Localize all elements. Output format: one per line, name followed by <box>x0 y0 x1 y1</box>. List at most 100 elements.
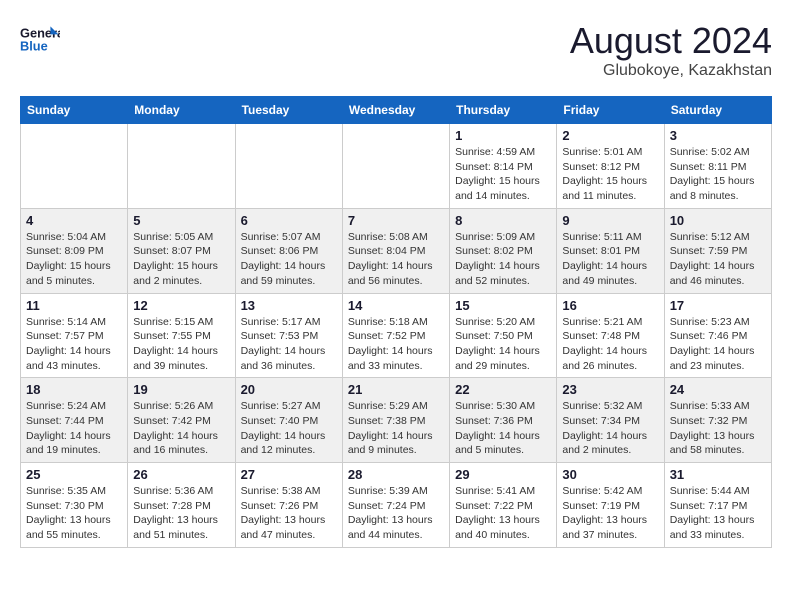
week-row-5: 25 Sunrise: 5:35 AMSunset: 7:30 PMDayligh… <box>21 463 772 548</box>
day-number: 5 <box>133 213 229 228</box>
table-cell: 9 Sunrise: 5:11 AMSunset: 8:01 PMDaylight… <box>557 208 664 293</box>
day-number: 17 <box>670 298 766 313</box>
day-number: 15 <box>455 298 551 313</box>
page-header: General Blue August 2024 Glubokoye, Kaza… <box>20 20 772 80</box>
day-info: Sunrise: 5:02 AMSunset: 8:11 PMDaylight:… <box>670 145 766 204</box>
table-cell: 16 Sunrise: 5:21 AMSunset: 7:48 PMDayligh… <box>557 293 664 378</box>
table-cell: 1 Sunrise: 4:59 AMSunset: 8:14 PMDaylight… <box>450 124 557 209</box>
day-number: 12 <box>133 298 229 313</box>
table-cell: 10Sunrise: 5:12 AMSunset: 7:59 PMDayligh… <box>664 208 771 293</box>
table-cell: 19 Sunrise: 5:26 AMSunset: 7:42 PMDayligh… <box>128 378 235 463</box>
day-info: Sunrise: 5:27 AMSunset: 7:40 PMDaylight:… <box>241 399 337 458</box>
header-saturday: Saturday <box>664 97 771 124</box>
table-cell: 8 Sunrise: 5:09 AMSunset: 8:02 PMDaylight… <box>450 208 557 293</box>
location: Glubokoye, Kazakhstan <box>570 62 772 80</box>
day-info: Sunrise: 4:59 AMSunset: 8:14 PMDaylight:… <box>455 145 551 204</box>
day-number: 31 <box>670 467 766 482</box>
day-info: Sunrise: 5:24 AMSunset: 7:44 PMDaylight:… <box>26 399 122 458</box>
day-info: Sunrise: 5:35 AMSunset: 7:30 PMDaylight:… <box>26 484 122 543</box>
day-number: 26 <box>133 467 229 482</box>
day-number: 20 <box>241 382 337 397</box>
day-number: 29 <box>455 467 551 482</box>
day-info: Sunrise: 5:07 AMSunset: 8:06 PMDaylight:… <box>241 230 337 289</box>
table-cell: 28Sunrise: 5:39 AMSunset: 7:24 PMDayligh… <box>342 463 449 548</box>
logo: General Blue <box>20 20 60 60</box>
table-cell: 18 Sunrise: 5:24 AMSunset: 7:44 PMDayligh… <box>21 378 128 463</box>
day-info: Sunrise: 5:01 AMSunset: 8:12 PMDaylight:… <box>562 145 658 204</box>
table-cell: 15 Sunrise: 5:20 AMSunset: 7:50 PMDayligh… <box>450 293 557 378</box>
day-number: 25 <box>26 467 122 482</box>
day-number: 4 <box>26 213 122 228</box>
week-row-2: 4 Sunrise: 5:04 AMSunset: 8:09 PMDaylight… <box>21 208 772 293</box>
day-info: Sunrise: 5:29 AMSunset: 7:38 PMDaylight:… <box>348 399 444 458</box>
day-info: Sunrise: 5:32 AMSunset: 7:34 PMDaylight:… <box>562 399 658 458</box>
day-info: Sunrise: 5:17 AMSunset: 7:53 PMDaylight:… <box>241 315 337 374</box>
day-info: Sunrise: 5:08 AMSunset: 8:04 PMDaylight:… <box>348 230 444 289</box>
day-info: Sunrise: 5:11 AMSunset: 8:01 PMDaylight:… <box>562 230 658 289</box>
table-cell: 23 Sunrise: 5:32 AMSunset: 7:34 PMDayligh… <box>557 378 664 463</box>
day-number: 8 <box>455 213 551 228</box>
header-wednesday: Wednesday <box>342 97 449 124</box>
table-cell: 2 Sunrise: 5:01 AMSunset: 8:12 PMDaylight… <box>557 124 664 209</box>
day-number: 27 <box>241 467 337 482</box>
day-number: 24 <box>670 382 766 397</box>
day-number: 22 <box>455 382 551 397</box>
table-cell <box>235 124 342 209</box>
table-cell: 30 Sunrise: 5:42 AMSunset: 7:19 PMDayligh… <box>557 463 664 548</box>
day-number: 1 <box>455 128 551 143</box>
day-number: 18 <box>26 382 122 397</box>
day-number: 30 <box>562 467 658 482</box>
header-monday: Monday <box>128 97 235 124</box>
day-info: Sunrise: 5:30 AMSunset: 7:36 PMDaylight:… <box>455 399 551 458</box>
day-number: 21 <box>348 382 444 397</box>
table-cell <box>128 124 235 209</box>
day-info: Sunrise: 5:33 AMSunset: 7:32 PMDaylight:… <box>670 399 766 458</box>
table-cell <box>342 124 449 209</box>
table-cell: 22 Sunrise: 5:30 AMSunset: 7:36 PMDayligh… <box>450 378 557 463</box>
day-info: Sunrise: 5:42 AMSunset: 7:19 PMDaylight:… <box>562 484 658 543</box>
table-cell: 11Sunrise: 5:14 AMSunset: 7:57 PMDayligh… <box>21 293 128 378</box>
table-cell: 17 Sunrise: 5:23 AMSunset: 7:46 PMDayligh… <box>664 293 771 378</box>
header-friday: Friday <box>557 97 664 124</box>
week-row-1: 1 Sunrise: 4:59 AMSunset: 8:14 PMDaylight… <box>21 124 772 209</box>
day-info: Sunrise: 5:21 AMSunset: 7:48 PMDaylight:… <box>562 315 658 374</box>
title-block: August 2024 Glubokoye, Kazakhstan <box>570 20 772 80</box>
day-number: 19 <box>133 382 229 397</box>
day-info: Sunrise: 5:15 AMSunset: 7:55 PMDaylight:… <box>133 315 229 374</box>
day-info: Sunrise: 5:41 AMSunset: 7:22 PMDaylight:… <box>455 484 551 543</box>
month-year: August 2024 <box>570 20 772 62</box>
day-number: 9 <box>562 213 658 228</box>
day-number: 2 <box>562 128 658 143</box>
day-number: 3 <box>670 128 766 143</box>
day-info: Sunrise: 5:18 AMSunset: 7:52 PMDaylight:… <box>348 315 444 374</box>
day-info: Sunrise: 5:04 AMSunset: 8:09 PMDaylight:… <box>26 230 122 289</box>
header-thursday: Thursday <box>450 97 557 124</box>
table-cell: 12 Sunrise: 5:15 AMSunset: 7:55 PMDayligh… <box>128 293 235 378</box>
day-number: 11 <box>26 298 122 313</box>
table-cell: 29 Sunrise: 5:41 AMSunset: 7:22 PMDayligh… <box>450 463 557 548</box>
weekday-header-row: Sunday Monday Tuesday Wednesday Thursday… <box>21 97 772 124</box>
day-info: Sunrise: 5:05 AMSunset: 8:07 PMDaylight:… <box>133 230 229 289</box>
table-cell: 5 Sunrise: 5:05 AMSunset: 8:07 PMDaylight… <box>128 208 235 293</box>
week-row-4: 18 Sunrise: 5:24 AMSunset: 7:44 PMDayligh… <box>21 378 772 463</box>
day-number: 23 <box>562 382 658 397</box>
table-cell: 4 Sunrise: 5:04 AMSunset: 8:09 PMDaylight… <box>21 208 128 293</box>
table-cell: 24 Sunrise: 5:33 AMSunset: 7:32 PMDayligh… <box>664 378 771 463</box>
day-info: Sunrise: 5:20 AMSunset: 7:50 PMDaylight:… <box>455 315 551 374</box>
day-info: Sunrise: 5:23 AMSunset: 7:46 PMDaylight:… <box>670 315 766 374</box>
logo-icon: General Blue <box>20 20 60 60</box>
table-cell: 7Sunrise: 5:08 AMSunset: 8:04 PMDaylight… <box>342 208 449 293</box>
day-info: Sunrise: 5:36 AMSunset: 7:28 PMDaylight:… <box>133 484 229 543</box>
day-number: 16 <box>562 298 658 313</box>
table-cell: 20 Sunrise: 5:27 AMSunset: 7:40 PMDayligh… <box>235 378 342 463</box>
table-cell: 26 Sunrise: 5:36 AMSunset: 7:28 PMDayligh… <box>128 463 235 548</box>
day-info: Sunrise: 5:44 AMSunset: 7:17 PMDaylight:… <box>670 484 766 543</box>
day-number: 28 <box>348 467 444 482</box>
day-info: Sunrise: 5:26 AMSunset: 7:42 PMDaylight:… <box>133 399 229 458</box>
calendar-table: Sunday Monday Tuesday Wednesday Thursday… <box>20 96 772 548</box>
table-cell: 3 Sunrise: 5:02 AMSunset: 8:11 PMDaylight… <box>664 124 771 209</box>
table-cell: 27Sunrise: 5:38 AMSunset: 7:26 PMDayligh… <box>235 463 342 548</box>
week-row-3: 11Sunrise: 5:14 AMSunset: 7:57 PMDayligh… <box>21 293 772 378</box>
day-info: Sunrise: 5:09 AMSunset: 8:02 PMDaylight:… <box>455 230 551 289</box>
day-number: 13 <box>241 298 337 313</box>
